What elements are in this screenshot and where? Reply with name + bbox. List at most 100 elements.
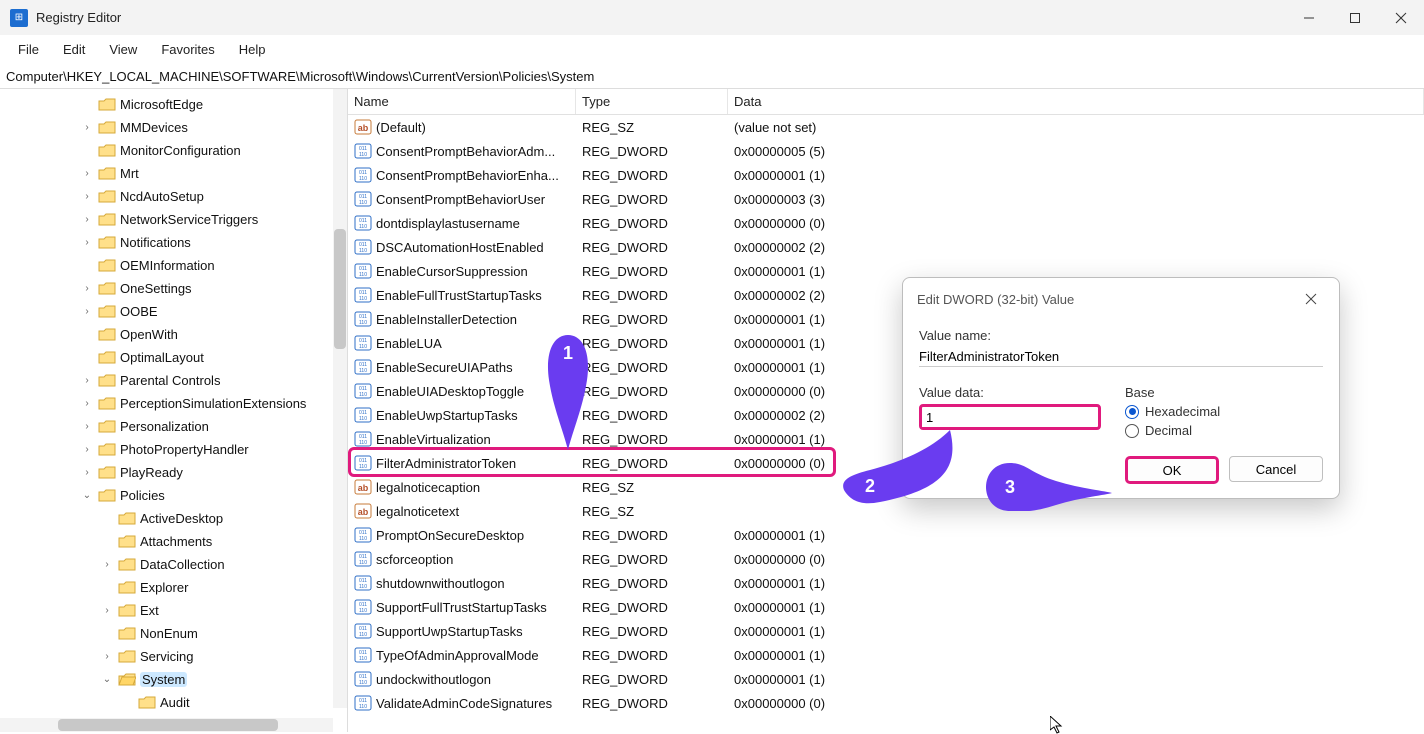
address-bar[interactable]: Computer\HKEY_LOCAL_MACHINE\SOFTWARE\Mic…: [0, 65, 1424, 88]
list-row[interactable]: 011110PromptOnSecureDesktopREG_DWORD0x00…: [348, 523, 1424, 547]
svg-text:110: 110: [359, 320, 367, 326]
expander-icon[interactable]: ›: [80, 168, 94, 179]
folder-icon: [118, 512, 136, 526]
tree-node[interactable]: ›PhotoPropertyHandler: [0, 438, 347, 461]
tree-node[interactable]: Explorer: [0, 576, 347, 599]
expander-icon[interactable]: ›: [80, 237, 94, 248]
tree-node[interactable]: ⌄ Policies: [0, 484, 347, 507]
menu-view[interactable]: View: [99, 38, 147, 61]
column-data[interactable]: Data: [728, 89, 1424, 114]
list-row[interactable]: 011110ConsentPromptBehaviorAdm...REG_DWO…: [348, 139, 1424, 163]
radio-decimal[interactable]: Decimal: [1125, 423, 1220, 438]
expander-icon[interactable]: ›: [80, 375, 94, 386]
list-row[interactable]: ab(Default)REG_SZ(value not set): [348, 115, 1424, 139]
list-row[interactable]: 011110ConsentPromptBehaviorUserREG_DWORD…: [348, 187, 1424, 211]
tree-node[interactable]: ›NcdAutoSetup: [0, 185, 347, 208]
column-name[interactable]: Name: [348, 89, 576, 114]
menu-favorites[interactable]: Favorites: [151, 38, 224, 61]
expander-icon[interactable]: ›: [80, 421, 94, 432]
tree-node[interactable]: MicrosoftEdge: [0, 93, 347, 116]
menu-edit[interactable]: Edit: [53, 38, 95, 61]
dialog-close-button[interactable]: [1295, 288, 1327, 310]
close-button[interactable]: [1378, 0, 1424, 35]
tree-node[interactable]: ›NetworkServiceTriggers: [0, 208, 347, 231]
tree-node[interactable]: MonitorConfiguration: [0, 139, 347, 162]
expander-icon[interactable]: ›: [80, 398, 94, 409]
cancel-button[interactable]: Cancel: [1229, 456, 1323, 482]
menu-help[interactable]: Help: [229, 38, 276, 61]
expander-icon[interactable]: ›: [100, 605, 114, 616]
tree-node[interactable]: ›Mrt: [0, 162, 347, 185]
value-data: 0x00000000 (0): [728, 552, 1424, 567]
list-row[interactable]: 011110SupportFullTrustStartupTasksREG_DW…: [348, 595, 1424, 619]
value-data: 0x00000001 (1): [728, 168, 1424, 183]
tree-node[interactable]: Attachments: [0, 530, 347, 553]
expander-icon[interactable]: ›: [80, 467, 94, 478]
list-header[interactable]: Name Type Data: [348, 89, 1424, 115]
expander-icon[interactable]: ›: [80, 214, 94, 225]
tree-node[interactable]: OEMInformation: [0, 254, 347, 277]
tree-node[interactable]: ›Parental Controls: [0, 369, 347, 392]
value-name-field[interactable]: FilterAdministratorToken: [919, 347, 1323, 367]
tree-node[interactable]: ActiveDesktop: [0, 507, 347, 530]
tree-node[interactable]: ›MMDevices: [0, 116, 347, 139]
list-row[interactable]: 011110scforceoptionREG_DWORD0x00000000 (…: [348, 547, 1424, 571]
tree-horizontal-scrollbar[interactable]: [0, 718, 333, 732]
ok-button[interactable]: OK: [1125, 456, 1219, 484]
expander-icon[interactable]: ›: [100, 651, 114, 662]
maximize-button[interactable]: [1332, 0, 1378, 35]
tree-node[interactable]: OptimalLayout: [0, 346, 347, 369]
minimize-button[interactable]: [1286, 0, 1332, 35]
menu-file[interactable]: File: [8, 38, 49, 61]
tree-node[interactable]: OpenWith: [0, 323, 347, 346]
tree-node[interactable]: NonEnum: [0, 622, 347, 645]
tree-node[interactable]: ›OneSettings: [0, 277, 347, 300]
tree-node[interactable]: ›Servicing: [0, 645, 347, 668]
scrollbar-thumb[interactable]: [58, 719, 278, 731]
tree-label: Policies: [120, 488, 165, 503]
svg-text:110: 110: [359, 200, 367, 206]
expander-icon[interactable]: ›: [80, 191, 94, 202]
folder-icon: [98, 121, 116, 135]
scrollbar-thumb[interactable]: [334, 229, 346, 349]
list-row[interactable]: 011110SupportUwpStartupTasksREG_DWORD0x0…: [348, 619, 1424, 643]
list-row[interactable]: 011110shutdownwithoutlogonREG_DWORD0x000…: [348, 571, 1424, 595]
tree-node[interactable]: › Notifications: [0, 231, 347, 254]
list-row[interactable]: 011110undockwithoutlogonREG_DWORD0x00000…: [348, 667, 1424, 691]
expander-icon[interactable]: ⌄: [100, 674, 114, 685]
expander-icon[interactable]: ⌄: [80, 490, 94, 501]
value-name: legalnoticetext: [376, 504, 459, 519]
list-row[interactable]: 011110dontdisplaylastusernameREG_DWORD0x…: [348, 211, 1424, 235]
dword-icon: 011110: [354, 382, 372, 400]
dword-icon: 011110: [354, 694, 372, 712]
annotation-arrow-2: 2: [840, 420, 970, 510]
tree-node[interactable]: ›PlayReady: [0, 461, 347, 484]
tree-node[interactable]: ›Ext: [0, 599, 347, 622]
value-type: REG_DWORD: [576, 672, 728, 687]
svg-text:110: 110: [359, 296, 367, 302]
list-row[interactable]: 011110ValidateAdminCodeSignaturesREG_DWO…: [348, 691, 1424, 715]
tree-vertical-scrollbar[interactable]: [333, 89, 347, 708]
tree-node[interactable]: ›Personalization: [0, 415, 347, 438]
expander-icon[interactable]: ›: [80, 283, 94, 294]
tree-node[interactable]: ›PerceptionSimulationExtensions: [0, 392, 347, 415]
expander-icon[interactable]: ›: [80, 306, 94, 317]
tree-node[interactable]: Audit: [0, 691, 347, 714]
folder-icon: [98, 213, 116, 227]
expander-icon[interactable]: ›: [80, 444, 94, 455]
tree-pane[interactable]: MicrosoftEdge›MMDevicesMonitorConfigurat…: [0, 89, 348, 732]
expander-icon[interactable]: ›: [100, 559, 114, 570]
list-row[interactable]: 011110DSCAutomationHostEnabledREG_DWORD0…: [348, 235, 1424, 259]
value-name: ConsentPromptBehaviorUser: [376, 192, 545, 207]
radio-hexadecimal[interactable]: Hexadecimal: [1125, 404, 1220, 419]
titlebar[interactable]: ⊞ Registry Editor: [0, 0, 1424, 35]
list-row[interactable]: 011110ConsentPromptBehaviorEnha...REG_DW…: [348, 163, 1424, 187]
tree-label: Notifications: [120, 235, 191, 250]
svg-text:3: 3: [1005, 477, 1015, 497]
tree-node[interactable]: ›DataCollection: [0, 553, 347, 576]
list-row[interactable]: 011110TypeOfAdminApprovalModeREG_DWORD0x…: [348, 643, 1424, 667]
tree-node[interactable]: ⌄System: [0, 668, 347, 691]
expander-icon[interactable]: ›: [80, 122, 94, 133]
column-type[interactable]: Type: [576, 89, 728, 114]
tree-node[interactable]: ›OOBE: [0, 300, 347, 323]
